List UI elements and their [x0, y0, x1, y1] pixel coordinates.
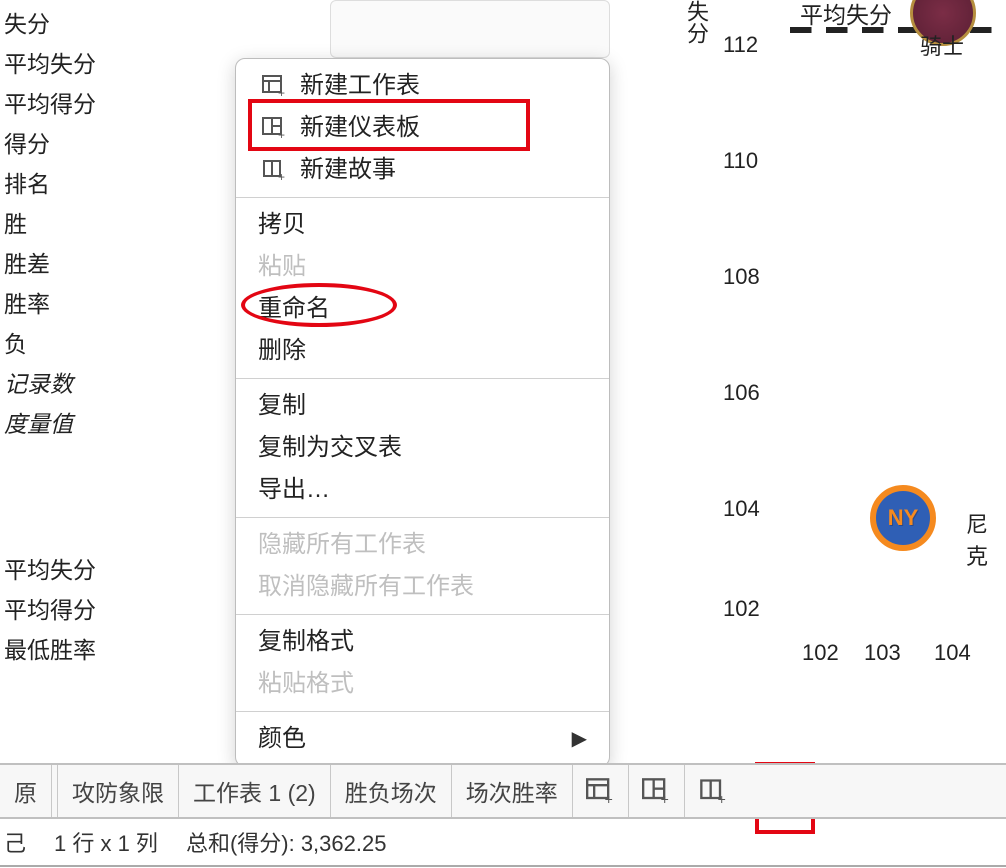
chart-legend-label: 平均失分	[800, 0, 892, 30]
field-item[interactable]: 记录数	[4, 364, 160, 404]
new-worksheet-button[interactable]: +	[573, 765, 629, 817]
svg-text:+: +	[661, 791, 669, 804]
tab-attack-defense[interactable]: 攻防象限	[58, 765, 179, 817]
field-item[interactable]: 平均失分	[4, 44, 160, 84]
svg-text:+: +	[278, 86, 285, 97]
menu-dup-crosstab[interactable]: 复制为交叉表	[236, 427, 609, 469]
field-item[interactable]: 负	[4, 324, 160, 364]
field-item[interactable]: 平均失分	[4, 550, 160, 590]
menu-copy[interactable]: 拷贝	[236, 204, 609, 246]
menu-paste: 粘贴	[236, 246, 609, 288]
y-tick: 106	[723, 380, 760, 406]
menu-unhide-all: 取消隐藏所有工作表	[236, 566, 609, 608]
team-label-cavaliers: 骑士	[920, 29, 964, 61]
tab-win-rate[interactable]: 场次胜率	[452, 765, 573, 817]
tab-worksheet-1-2[interactable]: 工作表 1 (2)	[179, 765, 331, 817]
x-tick: 103	[864, 640, 901, 666]
svg-text:+: +	[278, 170, 285, 181]
chevron-right-icon: ▶	[572, 722, 587, 756]
menu-separator	[236, 378, 609, 379]
y-tick: 102	[723, 596, 760, 622]
new-dashboard-button[interactable]: +	[629, 765, 685, 817]
x-tick: 102	[802, 640, 839, 666]
field-item[interactable]: 失分	[4, 4, 160, 44]
menu-label: 隐藏所有工作表	[258, 528, 426, 562]
y-tick: 104	[723, 496, 760, 522]
svg-text:+: +	[717, 791, 725, 804]
menu-label: 粘贴格式	[258, 667, 354, 701]
menu-label: 粘贴	[258, 250, 306, 284]
menu-new-worksheet[interactable]: + 新建工作表	[236, 65, 609, 107]
y-tick: 112	[723, 32, 758, 58]
status-segment: 己	[4, 826, 26, 858]
menu-label: 颜色	[258, 722, 306, 756]
dashboard-add-icon: +	[258, 117, 290, 139]
story-add-icon: +	[699, 778, 727, 804]
y-tick: 108	[723, 264, 760, 290]
menu-hide-all: 隐藏所有工作表	[236, 524, 609, 566]
field-item[interactable]: 排名	[4, 164, 160, 204]
menu-label: 导出…	[258, 473, 330, 507]
worksheet-add-icon: +	[586, 778, 614, 804]
data-pane: 失分 平均失分 平均得分 得分 排名 胜 胜差 胜率 负 记录数 度量值 平均失…	[0, 0, 160, 760]
menu-label: 取消隐藏所有工作表	[258, 570, 474, 604]
status-segment: 总和(得分): 3,362.25	[186, 826, 387, 858]
status-bar: 己 1 行 x 1 列 总和(得分): 3,362.25	[0, 819, 1006, 867]
menu-new-dashboard[interactable]: + 新建仪表板	[236, 107, 609, 149]
ny-text: NY	[888, 505, 919, 531]
team-badge-knicks[interactable]: NY	[870, 485, 936, 551]
y-axis-label: 失分	[680, 0, 712, 44]
menu-separator	[236, 517, 609, 518]
context-menu: + 新建工作表 + 新建仪表板 + 新建故事 拷贝 粘贴 重命名 删除 复制 复…	[235, 58, 610, 767]
menu-copy-format[interactable]: 复制格式	[236, 621, 609, 663]
field-item[interactable]: 得分	[4, 124, 160, 164]
field-item[interactable]: 胜率	[4, 284, 160, 324]
menu-label: 复制	[258, 389, 306, 423]
field-item[interactable]: 胜差	[4, 244, 160, 284]
field-item[interactable]: 最低胜率	[4, 630, 160, 670]
menu-paste-format: 粘贴格式	[236, 663, 609, 705]
menu-new-story[interactable]: + 新建故事	[236, 149, 609, 191]
menu-label: 删除	[258, 334, 306, 368]
menu-delete[interactable]: 删除	[236, 330, 609, 372]
menu-label: 拷贝	[258, 208, 306, 242]
menu-label: 新建仪表板	[300, 111, 420, 145]
menu-label: 重命名	[258, 292, 330, 326]
menu-separator	[236, 614, 609, 615]
field-item[interactable]: 平均得分	[4, 84, 160, 124]
card-shelf	[330, 0, 610, 58]
worksheet-add-icon: +	[258, 75, 290, 97]
field-item[interactable]: 平均得分	[4, 590, 160, 630]
tab-win-loss[interactable]: 胜负场次	[331, 765, 452, 817]
status-segment: 1 行 x 1 列	[54, 826, 158, 858]
menu-label: 新建故事	[300, 153, 396, 187]
menu-separator	[236, 197, 609, 198]
menu-label: 新建工作表	[300, 69, 420, 103]
svg-text:+: +	[605, 791, 613, 804]
x-tick: 104	[934, 640, 971, 666]
story-add-icon: +	[258, 159, 290, 181]
new-story-button[interactable]: +	[685, 765, 741, 817]
menu-export[interactable]: 导出…	[236, 469, 609, 511]
field-item[interactable]: 胜	[4, 204, 160, 244]
menu-color[interactable]: 颜色 ▶	[236, 718, 609, 760]
menu-separator	[236, 711, 609, 712]
y-tick: 110	[723, 148, 758, 174]
menu-label: 复制为交叉表	[258, 431, 402, 465]
svg-text:+: +	[278, 128, 285, 139]
menu-rename[interactable]: 重命名	[236, 288, 609, 330]
field-item[interactable]: 度量值	[4, 404, 160, 444]
sheet-tabs-bar: 原 攻防象限 工作表 1 (2) 胜负场次 场次胜率 + + +	[0, 763, 1006, 819]
menu-duplicate[interactable]: 复制	[236, 385, 609, 427]
tab-source[interactable]: 原	[0, 765, 52, 817]
dashboard-add-icon: +	[642, 778, 670, 804]
team-label-knicks: 尼克	[966, 507, 1006, 571]
menu-label: 复制格式	[258, 625, 354, 659]
